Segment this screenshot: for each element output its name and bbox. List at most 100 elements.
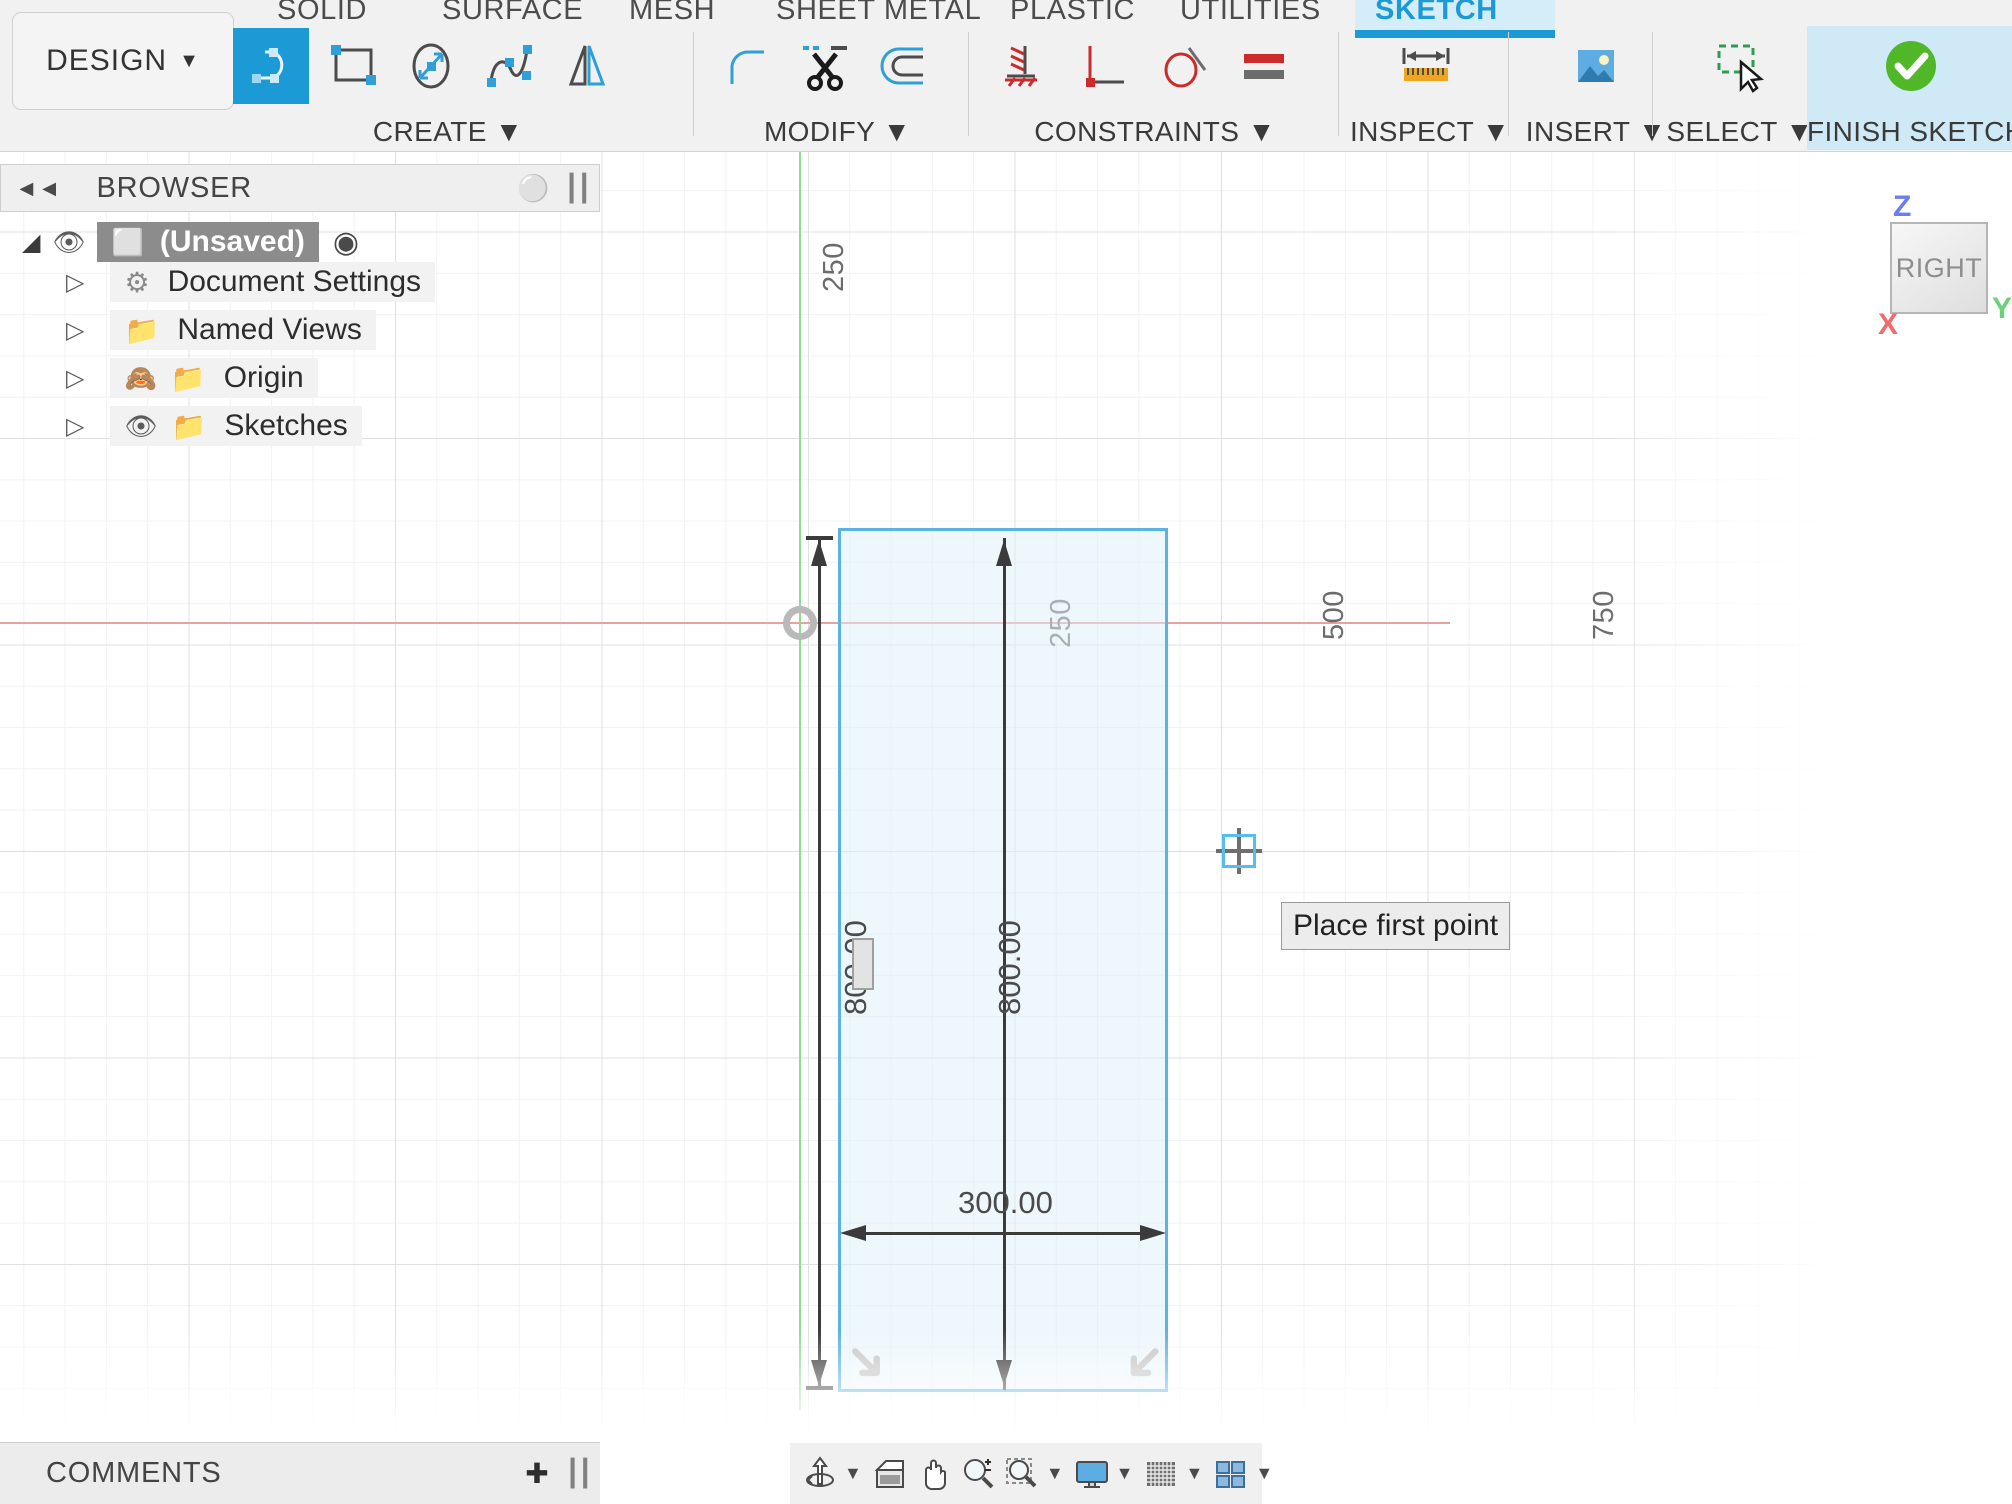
canvas-tooltip: Place first point [1281,902,1510,950]
viewcube[interactable]: RIGHT [1890,222,1988,314]
ribbon-group-label-insert[interactable]: INSERT ▼ [1520,116,1672,148]
insert-image-icon[interactable] [1558,28,1634,104]
workspace-switcher-label: DESIGN [46,44,167,78]
dimension-lock-icon [852,938,874,990]
dimension-arrow-right [1140,1225,1166,1241]
coincident-constraint-icon[interactable] [985,28,1061,104]
tree-pill-origin[interactable]: 🙈 📁 Origin [110,358,317,398]
ribbon-group-finish-sketch[interactable]: FINISH SKETCH ▼ [1807,28,2012,150]
equal-constraint-icon[interactable] [1226,28,1302,104]
zoom-icon[interactable] [958,1452,998,1496]
circle-icon[interactable] [393,28,469,104]
eye-hidden-icon[interactable]: 🙈 [124,363,156,394]
ribbon-group-modify: MODIFY ▼ [705,28,970,150]
panel-resize-handle[interactable]: ┃┃ [564,173,589,204]
workspace-switcher-button[interactable]: DESIGN ▼ [12,12,234,110]
comments-panel[interactable]: COMMENTS ✚ ┃┃ [0,1442,600,1504]
plus-circle-icon[interactable]: ✚ [525,1457,548,1490]
crosshair-point-icon [1216,828,1262,874]
zoom-window-icon[interactable] [1002,1452,1042,1496]
zoom-dropdown-caret[interactable]: ▼ [1046,1463,1064,1484]
ribbon-group-create: CREATE ▼ [228,28,668,150]
folder-icon: 📁 [124,314,159,347]
expand-triangle-icon[interactable]: ▷ [66,316,84,345]
pan-icon[interactable] [914,1452,954,1496]
tree-pill-unsaved[interactable]: ⬜ (Unsaved) [97,222,318,262]
ribbon-group-label-modify[interactable]: MODIFY ▼ [705,116,970,148]
tree-label-sketches: Sketches [224,409,347,443]
ribbon-group-label-inspect[interactable]: INSPECT ▼ [1350,116,1502,148]
browser-title: BROWSER [97,172,252,205]
ribbon-group-label-select[interactable]: SELECT ▼ [1664,116,1816,148]
measure-icon[interactable] [1388,28,1464,104]
fillet-icon[interactable] [710,28,786,104]
tree-pill-sketches[interactable]: 👁 📁 Sketches [110,406,361,446]
viewports-icon[interactable] [1211,1452,1251,1496]
dimension-text-width[interactable]: 300.00 [958,1185,1053,1221]
grid-dropdown-caret[interactable]: ▼ [1185,1463,1203,1484]
expand-triangle-icon[interactable]: ▷ [66,268,84,297]
tree-row-document-settings[interactable]: ▷ ⚙ Document Settings [66,262,435,302]
tree-label-unsaved: (Unsaved) [160,225,305,259]
axis-label-z: Z [1893,190,1911,224]
ribbon-toolbar: SOLID SURFACE MESH SHEET METAL PLASTIC U… [0,0,2012,152]
look-at-icon[interactable] [870,1452,910,1496]
ribbon-group-label-finish-sketch[interactable]: FINISH SKETCH ▼ [1807,116,2012,148]
navigation-bar: ▼ ▼ [790,1443,1262,1504]
mirror-icon[interactable] [549,28,625,104]
viewports-dropdown-caret[interactable]: ▼ [1255,1463,1273,1484]
minus-circle-icon[interactable]: ⚪ [517,173,549,204]
tree-pill-document-settings[interactable]: ⚙ Document Settings [110,262,435,302]
tree-pill-named-views[interactable]: 📁 Named Views [110,310,375,350]
orbit-dropdown-caret[interactable]: ▼ [844,1463,862,1484]
gear-icon: ⚙ [124,266,149,299]
tangent-constraint-icon[interactable] [1146,28,1222,104]
ribbon-group-label-create[interactable]: CREATE ▼ [228,116,668,148]
dimension-line-width[interactable] [848,1232,1158,1235]
expand-triangle-icon[interactable]: ▷ [66,364,84,393]
display-dropdown-caret[interactable]: ▼ [1116,1463,1134,1484]
orbit-icon[interactable] [800,1452,840,1496]
green-check-icon[interactable] [1873,28,1949,104]
expand-triangle-icon[interactable]: ◢ [22,228,40,257]
ribbon-separator [1652,32,1653,136]
dimension-line-height-left[interactable] [818,538,821,1390]
axis-label-x: X [1878,308,1898,342]
tree-row-named-views[interactable]: ▷ 📁 Named Views [66,310,376,350]
eye-visible-icon[interactable]: 👁 [124,411,157,442]
dimension-arrow-left [840,1225,866,1241]
dimension-arrow-up [996,540,1012,566]
ribbon-group-constraints: CONSTRAINTS ▼ [980,28,1330,150]
offset-icon[interactable] [865,28,941,104]
expand-triangle-icon[interactable]: ▷ [66,412,84,441]
tree-row-origin[interactable]: ▷ 🙈 📁 Origin [66,358,318,398]
perpendicular-constraint-icon[interactable] [1066,28,1142,104]
double-chevron-left-icon[interactable]: ◄◄ [15,175,61,202]
dimension-text-height-center[interactable]: 800.00 [992,920,1028,1015]
ribbon-separator [1338,32,1339,136]
comments-label: COMMENTS [46,1457,222,1490]
folder-icon: 📁 [171,362,206,395]
grid-snaps-icon[interactable] [1141,1452,1181,1496]
viewcube-face-label: RIGHT [1896,253,1983,284]
sketch-line-icon[interactable] [233,28,309,104]
ribbon-group-select: SELECT ▼ [1664,28,1816,150]
trim-icon[interactable] [787,28,863,104]
ribbon-group-insert: INSERT ▼ [1520,28,1672,150]
dimension-arrow-up [811,540,827,566]
origin-point[interactable] [783,606,817,640]
display-settings-icon[interactable] [1072,1452,1112,1496]
panel-resize-handle[interactable]: ┃┃ [565,1458,590,1489]
radio-active-icon[interactable]: ◉ [333,225,359,260]
eye-visible-icon[interactable]: 👁 [52,227,85,258]
spline-icon[interactable] [471,28,547,104]
ribbon-separator [693,32,694,136]
rectangle-icon[interactable] [315,28,391,104]
chevron-down-icon: ▼ [179,50,200,73]
tree-row-sketches[interactable]: ▷ 👁 📁 Sketches [66,406,362,446]
tree-label-named-views: Named Views [177,313,362,347]
tree-row-unsaved[interactable]: ◢ 👁 ⬜ (Unsaved) ◉ [22,222,359,262]
select-window-icon[interactable] [1702,28,1778,104]
ribbon-group-inspect: INSPECT ▼ [1350,28,1502,150]
ribbon-group-label-constraints[interactable]: CONSTRAINTS ▼ [980,116,1330,148]
